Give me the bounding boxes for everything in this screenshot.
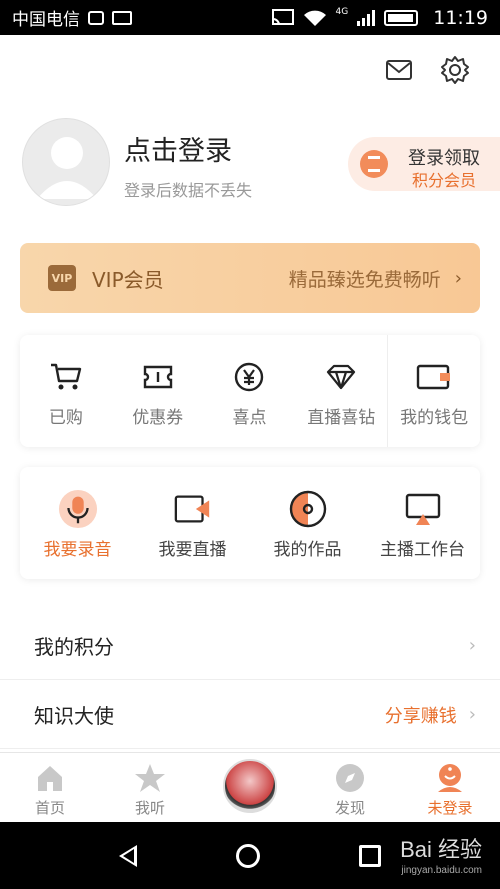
watermark: Bai 经验 jingyan.baidu.com — [400, 832, 482, 876]
watermark-brand: Bai 经验 — [400, 837, 482, 862]
tab-label: 发现 — [334, 799, 365, 817]
status-bar: 中国电信 4G 11:19 — [0, 0, 500, 35]
quick-action-coupons[interactable]: 优惠券 — [112, 335, 204, 447]
tab-label: 未登录 — [427, 799, 473, 817]
chevron-right-icon: › — [468, 635, 476, 656]
creator-action-workbench[interactable]: 主播工作台 — [365, 467, 480, 579]
tab-label: 我听 — [134, 799, 165, 817]
list-item-name: 知识大使 — [34, 704, 114, 728]
back-icon[interactable] — [119, 844, 138, 867]
quick-action-label: 喜点 — [232, 408, 267, 428]
quick-action-wallet[interactable]: 我的钱包 — [387, 335, 480, 447]
profile-page: 点击登录 登录后数据不丢失 登录领取 积分会员 VIP VIP会员 精品臻选免费… — [0, 35, 500, 752]
list-item-points[interactable]: 我的积分 › — [0, 612, 500, 680]
compass-icon — [333, 761, 367, 795]
vip-promo-text: 精品臻选免费畅听 — [288, 268, 441, 291]
list-item-name: 我的积分 — [34, 635, 114, 659]
login-reward-button[interactable]: 登录领取 积分会员 — [348, 137, 500, 191]
quick-actions-card: 已购 优惠券 喜点 直播喜钻 我的钱包 — [20, 335, 480, 447]
list-item-extra: 分享赚钱 — [384, 705, 457, 727]
carrier-name: 中国电信 — [12, 10, 80, 30]
home-circle-icon[interactable] — [235, 843, 260, 868]
tab-my-listen[interactable]: 我听 — [100, 753, 200, 822]
creator-action-works[interactable]: 我的作品 — [250, 467, 365, 579]
vip-label: VIP会员 — [92, 267, 164, 292]
promo-line2: 积分会员 — [412, 171, 477, 190]
bottom-tab-bar: 首页 我听 发现 未登录 — [0, 752, 500, 822]
star-icon — [133, 761, 167, 795]
tab-home[interactable]: 首页 — [0, 753, 100, 822]
quick-action-xidian[interactable]: 喜点 — [204, 335, 296, 447]
tab-player[interactable] — [200, 753, 300, 822]
cart-icon — [46, 357, 86, 397]
creator-action-record[interactable]: 我要录音 — [20, 467, 135, 579]
tab-account[interactable]: 未登录 — [400, 753, 500, 822]
microphone-icon — [58, 489, 98, 529]
notification-icon — [88, 10, 104, 25]
quick-action-purchased[interactable]: 已购 — [20, 335, 112, 447]
creator-action-label: 我要直播 — [158, 540, 227, 560]
monitor-icon — [403, 489, 443, 529]
home-icon — [33, 761, 67, 795]
video-camera-icon — [173, 489, 213, 529]
chevron-right-icon: › — [454, 267, 462, 289]
yen-coin-icon — [229, 357, 269, 397]
watermark-url: jingyan.baidu.com — [401, 865, 482, 876]
tab-label: 首页 — [34, 799, 65, 817]
disc-icon — [288, 489, 328, 529]
header-actions — [382, 53, 472, 87]
vip-banner[interactable]: VIP VIP会员 精品臻选免费畅听 › — [20, 243, 480, 313]
coin-icon — [360, 150, 388, 178]
battery-icon — [384, 9, 419, 26]
avatar[interactable] — [22, 118, 110, 206]
login-title[interactable]: 点击登录 — [124, 129, 232, 168]
settings-icon[interactable] — [438, 53, 472, 87]
login-subtitle: 登录后数据不丢失 — [124, 181, 253, 200]
coupon-icon — [138, 357, 178, 397]
signal-icon — [357, 9, 376, 26]
creator-action-live[interactable]: 我要直播 — [135, 467, 250, 579]
quick-action-live-diamonds[interactable]: 直播喜钻 — [295, 335, 387, 447]
creator-action-label: 主播工作台 — [380, 540, 465, 560]
profile-header: 点击登录 登录后数据不丢失 登录领取 积分会员 — [20, 117, 500, 217]
player-disc-icon — [223, 759, 277, 813]
creator-action-label: 我的作品 — [273, 540, 342, 560]
clock: 11:19 — [433, 6, 488, 29]
vip-badge-icon: VIP — [48, 265, 76, 291]
wifi-icon — [303, 10, 326, 26]
quick-action-label: 我的钱包 — [400, 408, 469, 428]
network-type: 4G — [335, 6, 349, 17]
quick-action-label: 直播喜钻 — [307, 408, 376, 428]
wallet-icon — [414, 357, 454, 397]
quick-action-label: 优惠券 — [132, 408, 184, 428]
mail-icon[interactable] — [382, 53, 416, 87]
diamond-icon — [321, 357, 361, 397]
keyboard-icon — [112, 10, 132, 25]
creator-action-label: 我要录音 — [43, 540, 112, 560]
cast-icon — [271, 8, 294, 25]
user-icon — [433, 761, 467, 795]
chevron-right-icon: › — [468, 704, 476, 725]
tab-discover[interactable]: 发现 — [300, 753, 400, 822]
creator-actions-card: 我要录音 我要直播 我的作品 主播工作台 — [20, 467, 480, 579]
quick-action-label: 已购 — [48, 408, 83, 428]
list-item-ambassador[interactable]: 知识大使 分享赚钱 › — [0, 681, 500, 749]
recent-apps-icon[interactable] — [358, 844, 381, 867]
